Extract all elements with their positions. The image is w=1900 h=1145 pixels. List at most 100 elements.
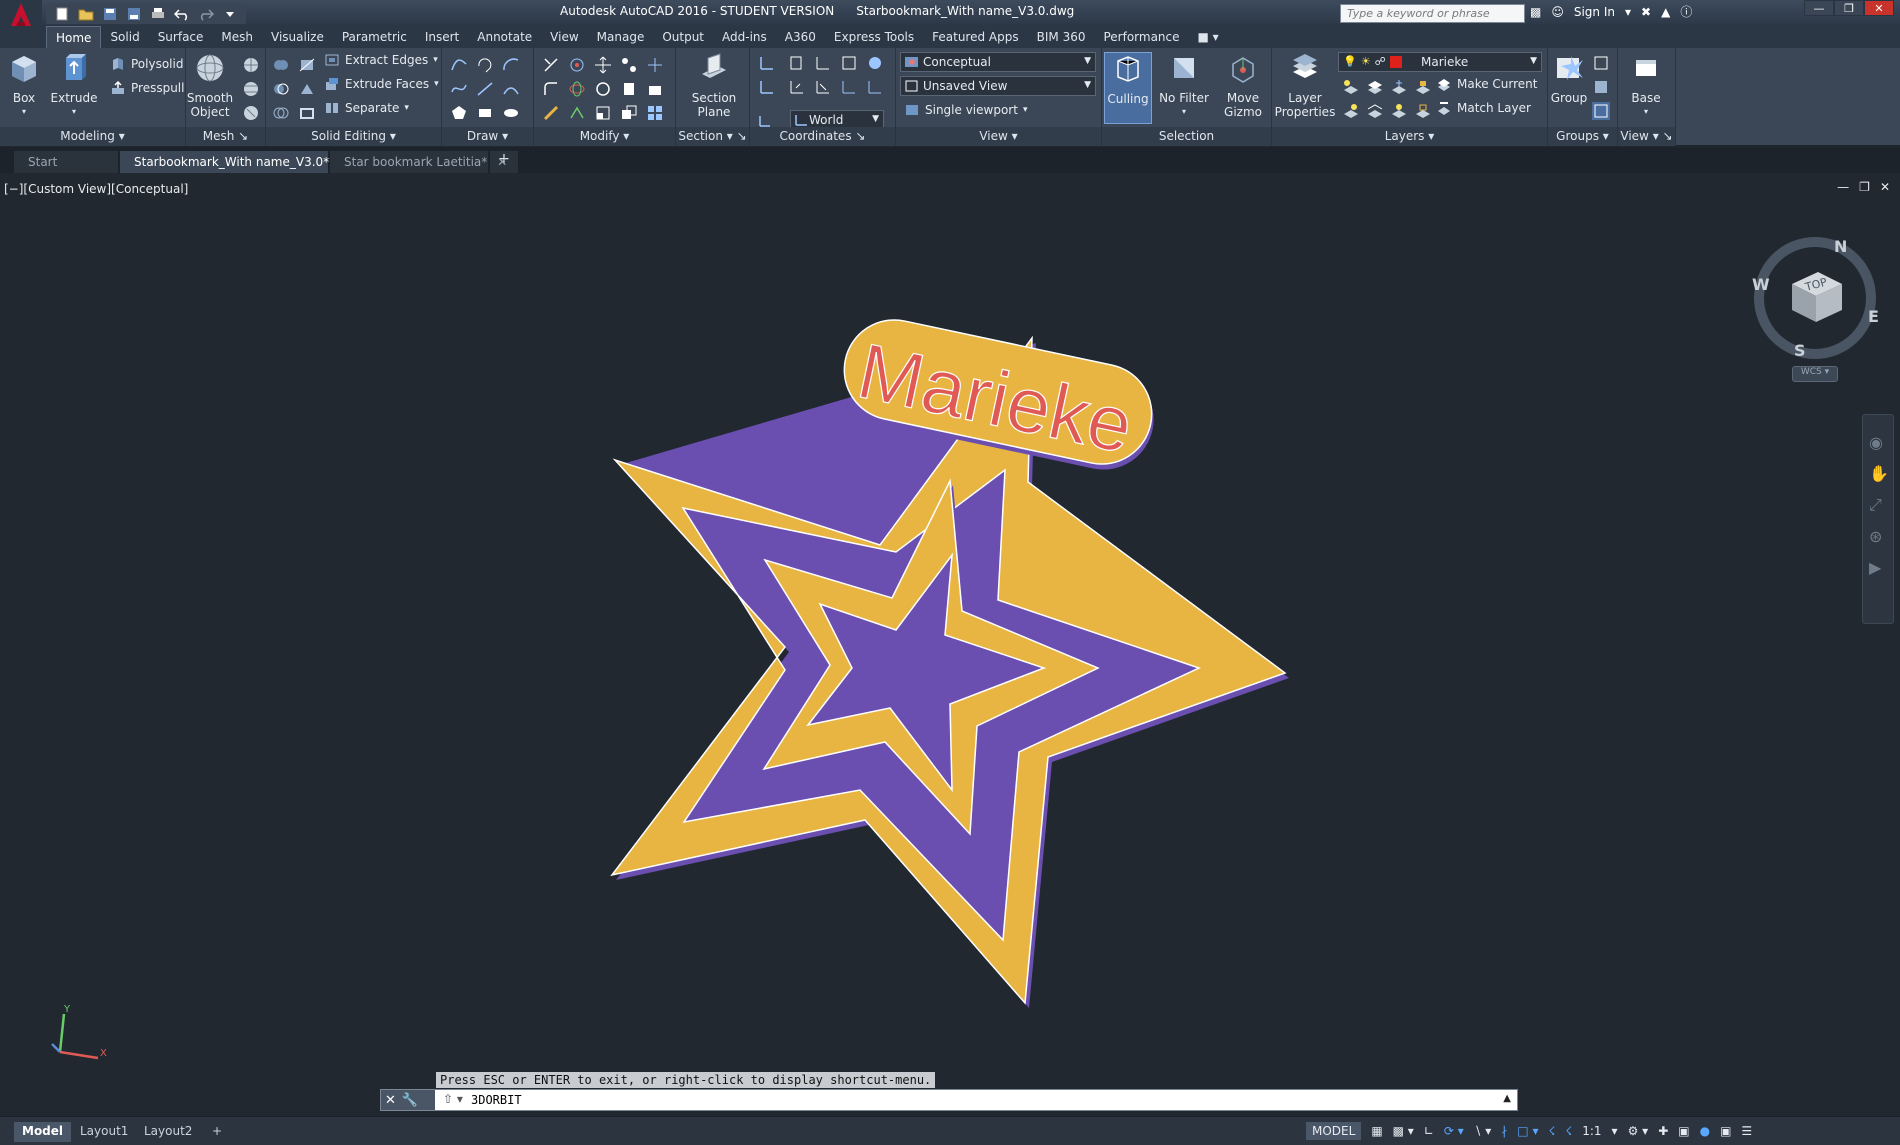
layer-unisolate-icon[interactable] [1366, 102, 1384, 120]
3d-scale-icon[interactable] [568, 104, 586, 122]
chevron-down-icon[interactable]: ▾ [1625, 5, 1631, 19]
ribbon-tab-home[interactable]: Home [46, 26, 102, 48]
hardware-acceleration-icon[interactable]: ● [1700, 1124, 1710, 1138]
group-edit-icon[interactable] [1592, 78, 1610, 96]
ucs-origin-icon[interactable] [814, 54, 832, 72]
panel-title-mesh[interactable]: Mesh ↘ [186, 127, 265, 146]
customize-qat-icon[interactable] [220, 5, 240, 23]
layer-on-icon[interactable] [1342, 102, 1360, 120]
polyline-icon[interactable] [476, 80, 494, 98]
match-layer-button[interactable]: Match Layer [1436, 100, 1531, 116]
orbit-icon[interactable]: ⊛ [1869, 527, 1887, 546]
close-command-line-icon[interactable]: ✕ [385, 1093, 396, 1108]
user-icon[interactable]: ☺ [1551, 5, 1564, 19]
annotation-monitor-icon[interactable]: ☇ [1548, 1124, 1555, 1138]
subtract-icon[interactable] [272, 80, 290, 98]
layout-tab-layout1[interactable]: Layout1 [72, 1122, 136, 1142]
lasso-icon[interactable] [476, 56, 494, 74]
ucs-icon[interactable] [758, 54, 776, 72]
polysolid-button[interactable]: Polysolid [110, 56, 183, 72]
slice-icon[interactable] [298, 56, 316, 74]
help-icon[interactable]: ⓘ [1680, 3, 1692, 20]
group-button[interactable]: Group [1550, 52, 1588, 105]
mirror-icon[interactable] [620, 80, 638, 98]
scale-icon[interactable] [646, 80, 664, 98]
shell-icon[interactable] [298, 104, 316, 122]
steering-wheel-icon[interactable]: ◉ [1869, 433, 1887, 452]
compass-w-text[interactable]: W [1752, 275, 1770, 294]
copy-icon[interactable] [620, 104, 638, 122]
mesh-smooth-less-icon[interactable] [242, 104, 260, 122]
layer-thaw-icon[interactable] [1390, 102, 1408, 120]
drawing-viewport[interactable]: [−][Custom View][Conceptual] — ❐ ✕ Marie… [0, 174, 1900, 1116]
annotation-visibility-icon[interactable]: ☇ [1565, 1124, 1572, 1138]
close-tab-icon[interactable]: ✕ [497, 155, 507, 169]
save-as-icon[interactable] [124, 5, 144, 23]
help-search-input[interactable]: Type a keyword or phrase [1340, 4, 1525, 23]
ortho-icon[interactable]: ∟ [1424, 1124, 1434, 1138]
polar-icon[interactable]: ⟳ ▾ [1444, 1124, 1464, 1138]
snap-icon[interactable]: ▩ ▾ [1393, 1124, 1414, 1138]
align-icon[interactable] [646, 56, 664, 74]
exchange-apps-icon[interactable]: ✖ [1641, 5, 1651, 19]
ucs-3point-icon[interactable] [840, 54, 858, 72]
3d-move-icon[interactable] [568, 56, 586, 74]
ribbon-tab-express-tools[interactable]: Express Tools [825, 26, 923, 48]
ucs-dropdown-icon[interactable] [758, 112, 774, 128]
a360-icon[interactable]: ▲ [1661, 5, 1670, 19]
ucs-y-icon[interactable] [814, 78, 832, 96]
panel-title-groups[interactable]: Groups ▾ [1548, 127, 1617, 146]
layout-tab-model[interactable]: Model [14, 1122, 72, 1142]
panel-title-view-base[interactable]: View ▾ ↘ [1618, 127, 1675, 146]
zoom-extents-icon[interactable]: ⤢ [1869, 495, 1887, 515]
layer-properties-button[interactable]: Layer Properties [1274, 52, 1336, 119]
showmotion-icon[interactable]: ▶ [1869, 558, 1887, 577]
ellipse-icon[interactable] [502, 104, 520, 122]
ribbon-minimize-toggle-icon[interactable]: ■ ▾ [1189, 26, 1228, 48]
file-tab-2[interactable]: Star bookmark Laetitia* ✕ [330, 151, 507, 173]
mesh-refine-icon[interactable] [242, 56, 260, 74]
move-gizmo-button[interactable]: Move Gizmo [1216, 52, 1270, 119]
panel-title-coordinates[interactable]: Coordinates ↘ [750, 127, 895, 146]
ribbon-tab-add-ins[interactable]: Add-ins [713, 26, 776, 48]
panel-title-modeling[interactable]: Modeling ▾ [0, 127, 185, 146]
workspace-gear-icon[interactable]: ⚙ ▾ [1628, 1124, 1649, 1138]
visual-style-combo[interactable]: Conceptual ▼ [900, 52, 1096, 72]
close-button[interactable]: ✕ [1864, 0, 1894, 16]
layer-lock-icon[interactable] [1414, 78, 1432, 96]
undo-icon[interactable] [172, 5, 192, 23]
3d-rotate-icon[interactable] [568, 80, 586, 98]
customization-menu-icon[interactable]: ☰ [1741, 1124, 1752, 1138]
pan-icon[interactable]: ✋ [1869, 464, 1889, 483]
panel-title-section[interactable]: Section ▾ ↘ [676, 127, 749, 146]
command-line[interactable]: ✕ 🔧 ⇧ ▾ 3DORBIT ▲ [380, 1089, 1518, 1111]
union-icon[interactable] [272, 56, 290, 74]
file-tab-0[interactable]: Start [14, 151, 118, 173]
compass-n-text[interactable]: N [1834, 237, 1847, 256]
ucs-object-icon[interactable] [866, 78, 884, 96]
section-plane-button[interactable]: Section Plane [690, 52, 738, 119]
extract-edges-button[interactable]: Extract Edges ▾ [324, 52, 438, 68]
no-filter-button[interactable]: No Filter ▾ [1156, 52, 1212, 119]
customize-wrench-icon[interactable]: 🔧 [402, 1093, 418, 1108]
ribbon-tab-annotate[interactable]: Annotate [468, 26, 541, 48]
ribbon-tab-a360[interactable]: A360 [776, 26, 825, 48]
binoculars-icon[interactable]: ▩ [1530, 5, 1541, 19]
ribbon-tab-output[interactable]: Output [653, 26, 713, 48]
osnap-icon[interactable]: ∤ [1501, 1124, 1507, 1138]
line-icon[interactable] [450, 56, 468, 74]
new-file-icon[interactable] [52, 5, 72, 23]
compass-e-text[interactable]: E [1868, 307, 1879, 326]
saved-view-combo[interactable]: Unsaved View ▼ [900, 76, 1096, 96]
fillet-icon[interactable] [542, 80, 560, 98]
stretch-icon[interactable] [594, 104, 612, 122]
ribbon-tab-solid[interactable]: Solid [101, 26, 148, 48]
isolate-objects-icon[interactable]: ▣ [1678, 1124, 1689, 1138]
layer-unlock-icon[interactable] [1414, 102, 1432, 120]
ribbon-tab-surface[interactable]: Surface [149, 26, 213, 48]
array-icon[interactable] [620, 56, 638, 74]
arc-icon[interactable] [502, 56, 520, 74]
panel-title-draw[interactable]: Draw ▾ [442, 127, 533, 146]
model-space-button[interactable]: MODEL [1306, 1122, 1362, 1140]
annotation-scale[interactable]: 1:1 [1582, 1124, 1601, 1138]
